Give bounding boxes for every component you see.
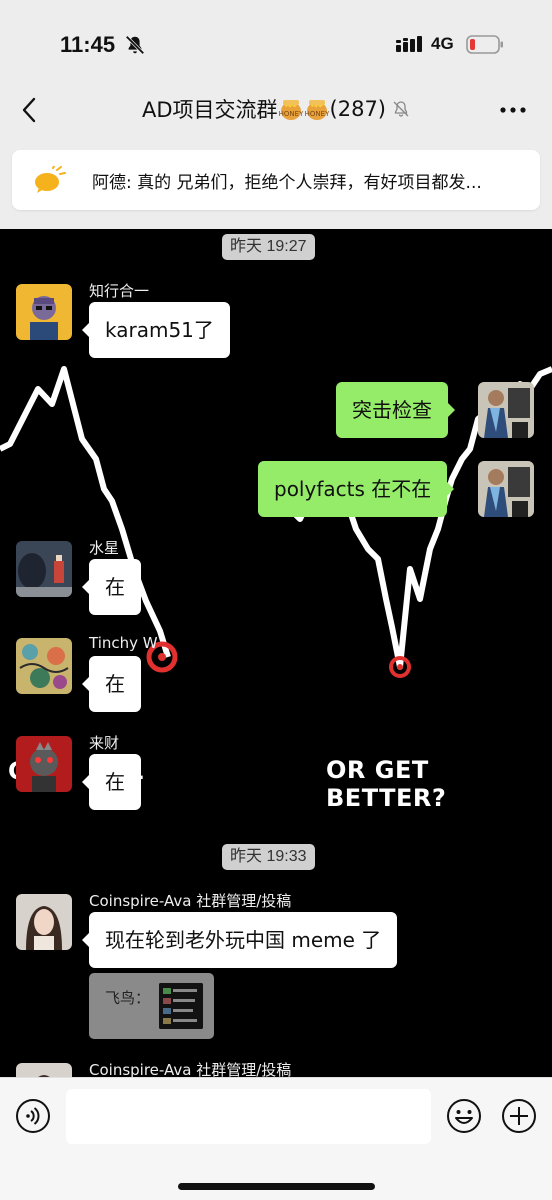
voice-icon[interactable] (15, 1098, 51, 1134)
avatar-image (478, 382, 534, 438)
message-bubble[interactable]: 现在轮到老外玩中国 meme 了 (81, 912, 398, 968)
svg-text:HONEY: HONEY (305, 110, 329, 118)
avatar[interactable] (16, 736, 72, 792)
message-bubble[interactable]: 在 (82, 754, 141, 810)
message-bubble[interactable]: karam51了 (82, 302, 230, 358)
plus-icon[interactable] (501, 1098, 537, 1134)
bell-muted-icon (393, 101, 409, 117)
message-input[interactable] (66, 1089, 431, 1144)
status-time: 11:45 (60, 32, 116, 57)
chat-area[interactable]: C L OR GET BETTER? 昨天 19:27 知行合一 karam51… (0, 229, 552, 1077)
sender-name: Coinspire-Ava 社群管理/投稿 (89, 892, 292, 910)
top-region: 11:45 4G AD项目交流群 HONEY HONEY (287) 阿德: 真… (0, 0, 552, 229)
background-caption: OR GET BETTER? (326, 756, 447, 812)
timestamp: 昨天 19:27 (222, 234, 315, 260)
honey-pot-emoji: HONEY (279, 100, 303, 120)
sender-name: 水星 (89, 539, 120, 557)
svg-text:HONEY: HONEY (279, 110, 303, 118)
sender-name: Coinspire-Ava 社群管理/投稿 (89, 1061, 292, 1077)
ellipsis-icon[interactable] (498, 98, 528, 122)
pinned-text: 阿德: 真的 兄弟们，拒绝个人崇拜，有好项目都发... (92, 173, 482, 193)
honey-pot-emoji: HONEY (305, 100, 329, 120)
avatar[interactable] (16, 638, 72, 694)
message-bubble[interactable]: 在 (82, 559, 141, 615)
pinned-announcement[interactable]: 阿德: 真的 兄弟们，拒绝个人崇拜，有好项目都发... (12, 150, 540, 210)
smiley-icon[interactable] (446, 1098, 482, 1134)
signal-icon (396, 36, 422, 52)
quote-thumbnail (159, 983, 203, 1029)
message-bubble[interactable]: 在 (82, 656, 141, 712)
sender-name: 来财 (89, 734, 120, 752)
avatar-image (16, 638, 72, 694)
chat-header: AD项目交流群 HONEY HONEY (287) (0, 88, 552, 132)
member-count: (287) (329, 97, 386, 121)
my-message-bubble[interactable]: 突击检查 (336, 382, 455, 438)
my-avatar[interactable] (478, 461, 534, 517)
chat-title[interactable]: AD项目交流群 HONEY HONEY (287) (0, 94, 552, 124)
my-message-bubble[interactable]: polyfacts 在不在 (258, 461, 455, 517)
bell-off-icon (125, 35, 145, 55)
timestamp: 昨天 19:33 (222, 844, 315, 870)
network-type: 4G (431, 34, 454, 53)
group-name: AD项目交流群 (141, 98, 278, 122)
sender-name: Tinchy W (89, 634, 158, 652)
avatar-image (16, 894, 72, 950)
home-indicator[interactable] (178, 1183, 375, 1190)
avatar-image (16, 541, 72, 597)
sender-name: 知行合一 (89, 282, 150, 300)
avatar[interactable] (16, 894, 72, 950)
input-bar (0, 1077, 552, 1200)
avatar-image (478, 461, 534, 517)
status-bar: 11:45 4G (0, 0, 552, 88)
avatar[interactable] (16, 284, 72, 340)
avatar-image (16, 284, 72, 340)
battery-low-icon (466, 35, 503, 54)
avatar[interactable] (16, 541, 72, 597)
speech-bubble-icon (35, 166, 66, 193)
avatar-image (16, 736, 72, 792)
avatar[interactable] (16, 1063, 72, 1077)
quoted-message[interactable]: 飞鸟： (89, 973, 214, 1039)
my-avatar[interactable] (478, 382, 534, 438)
quote-sender: 飞鸟： (105, 989, 151, 1007)
avatar-image (16, 1063, 72, 1077)
